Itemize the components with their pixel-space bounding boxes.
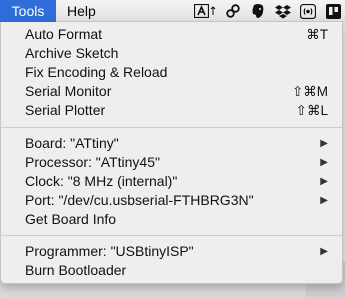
submenu-arrow-icon: ▶ <box>320 195 328 206</box>
menu-item-auto-format[interactable]: Auto Format ⌘T <box>1 25 342 44</box>
menu-item-label: Serial Monitor <box>25 83 112 99</box>
chevron-up-icon <box>210 3 216 19</box>
tools-menu: Auto Format ⌘T Archive Sketch Fix Encodi… <box>0 22 343 284</box>
menu-item-clock[interactable]: Clock: "8 MHz (internal)" ▶ <box>1 172 342 191</box>
submenu-arrow-icon: ▶ <box>320 246 328 257</box>
menu-help[interactable]: Help <box>67 0 96 22</box>
menu-item-serial-plotter[interactable]: Serial Plotter ⇧⌘L <box>1 101 342 120</box>
menu-item-board[interactable]: Board: "ATtiny" ▶ <box>1 134 342 153</box>
menu-item-label: Auto Format <box>25 26 103 42</box>
menu-separator <box>1 235 342 236</box>
link-icon[interactable] <box>225 3 241 19</box>
menu-item-label: Processor: "ATtiny45" <box>25 154 160 170</box>
status-icons <box>184 2 341 20</box>
menu-item-programmer[interactable]: Programmer: "USBtinyISP" ▶ <box>1 242 342 261</box>
radio-icon[interactable] <box>300 3 316 19</box>
shortcut-label: ⇧⌘L <box>295 103 328 118</box>
menu-tools[interactable]: Tools <box>0 0 56 22</box>
menu-item-label: Clock: "8 MHz (internal)" <box>25 173 178 189</box>
submenu-arrow-icon: ▶ <box>320 157 328 168</box>
menu-item-label: Board: "ATtiny" <box>25 135 119 151</box>
menu-item-label: Get Board Info <box>25 211 117 227</box>
menu-item-fix-encoding[interactable]: Fix Encoding & Reload <box>1 63 342 82</box>
menu-item-label: Serial Plotter <box>25 102 106 118</box>
menu-item-processor[interactable]: Processor: "ATtiny45" ▶ <box>1 153 342 172</box>
menu-item-archive-sketch[interactable]: Archive Sketch <box>1 44 342 63</box>
menu-item-burn-bootloader[interactable]: Burn Bootloader <box>1 261 342 280</box>
shortcut-label: ⇧⌘M <box>291 84 328 99</box>
menu-item-label: Programmer: "USBtinyISP" <box>25 243 194 259</box>
menu-bar: Tools Help <box>0 0 345 22</box>
dropbox-icon[interactable] <box>275 3 291 19</box>
menu-item-port[interactable]: Port: "/dev/cu.usbserial-FTHBRG3N" ▶ <box>1 191 342 210</box>
menu-separator <box>1 127 342 128</box>
menu-item-label: Fix Encoding & Reload <box>25 64 168 80</box>
evernote-icon[interactable] <box>250 3 266 19</box>
menu-item-get-board-info[interactable]: Get Board Info <box>1 210 342 229</box>
menu-item-label: Archive Sketch <box>25 45 119 61</box>
trello-icon[interactable] <box>325 3 341 19</box>
adobe-icon[interactable] <box>193 3 209 19</box>
shortcut-label: ⌘T <box>306 27 328 42</box>
submenu-arrow-icon: ▶ <box>320 138 328 149</box>
menu-item-label: Burn Bootloader <box>25 262 127 278</box>
menu-item-label: Port: "/dev/cu.usbserial-FTHBRG3N" <box>25 192 254 208</box>
menu-item-serial-monitor[interactable]: Serial Monitor ⇧⌘M <box>1 82 342 101</box>
submenu-arrow-icon: ▶ <box>320 176 328 187</box>
